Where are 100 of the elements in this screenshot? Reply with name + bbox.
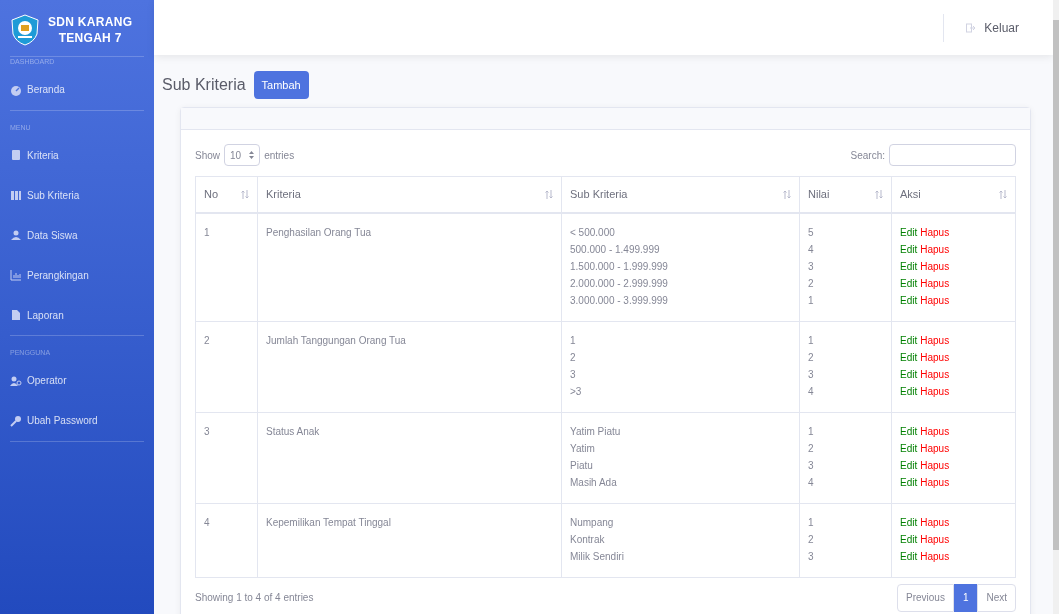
sort-icon[interactable]: [999, 189, 1007, 199]
edit-link[interactable]: Edit: [900, 223, 918, 241]
sort-icon[interactable]: [783, 189, 791, 199]
table-cell: 1: [808, 334, 814, 346]
edit-link[interactable]: Edit: [900, 348, 918, 366]
table-cell: 1: [570, 334, 576, 346]
table-cell: 2: [808, 533, 814, 545]
edit-link[interactable]: Edit: [900, 530, 918, 548]
delete-link[interactable]: Hapus: [920, 348, 950, 366]
table-cell: 500.000 - 1.499.999: [570, 243, 660, 255]
delete-link[interactable]: Hapus: [920, 331, 950, 349]
page-button[interactable]: Next: [977, 583, 1016, 612]
delete-link[interactable]: Hapus: [920, 513, 950, 531]
add-button[interactable]: Tambah: [253, 71, 309, 99]
edit-link[interactable]: Edit: [900, 456, 918, 474]
edit-link[interactable]: Edit: [900, 513, 918, 531]
books-icon: [10, 189, 22, 201]
delete-link[interactable]: Hapus: [920, 257, 950, 275]
search-field[interactable]: [889, 144, 1016, 166]
table-cell: 4: [204, 516, 210, 528]
table-cell: 1: [204, 226, 210, 238]
edit-link[interactable]: Edit: [900, 365, 918, 383]
users-icon: [10, 374, 22, 387]
table-cell: 2: [808, 442, 814, 454]
sidebar-item[interactable]: Laporan: [10, 295, 144, 335]
bar-chart-icon: [10, 269, 22, 281]
table-cell: 1: [808, 425, 814, 437]
column-header[interactable]: Sub Kriteria: [570, 186, 628, 203]
table-cell: 3: [570, 368, 576, 380]
table-cell: 3: [808, 260, 814, 272]
table-cell: 3: [204, 425, 210, 437]
table-cell: 2: [808, 277, 814, 289]
table-cell: Milik Sendiri: [570, 550, 624, 562]
edit-link[interactable]: Edit: [900, 240, 918, 258]
table-cell: Masih Ada: [570, 476, 617, 488]
delete-link[interactable]: Hapus: [920, 473, 950, 491]
table-cell: 3: [808, 459, 814, 471]
table-cell: Yatim Piatu: [570, 425, 621, 437]
sort-icon[interactable]: [545, 189, 553, 199]
table-cell: Status Anak: [266, 425, 320, 437]
sidebar-item[interactable]: Perangkingan: [10, 255, 144, 295]
logout-icon: [966, 22, 977, 33]
delete-link[interactable]: Hapus: [920, 456, 950, 474]
sidebar-item[interactable]: Sub Kriteria: [10, 175, 144, 215]
edit-link[interactable]: Edit: [900, 331, 918, 349]
delete-link[interactable]: Hapus: [920, 365, 950, 383]
edit-link[interactable]: Edit: [900, 439, 918, 457]
table-cell: 3: [808, 550, 814, 562]
edit-link[interactable]: Edit: [900, 473, 918, 491]
table-cell: 2: [808, 351, 814, 363]
column-header[interactable]: No: [204, 186, 219, 203]
delete-link[interactable]: Hapus: [920, 530, 950, 548]
delete-link[interactable]: Hapus: [920, 274, 950, 292]
table-cell: < 500.000: [570, 226, 615, 238]
school-name: SDN KARANG: [48, 14, 133, 30]
table-cell: Kepemilikan Tempat Tinggal: [266, 516, 391, 528]
page-button[interactable]: Previous: [896, 583, 954, 612]
table-cell: 1: [808, 516, 814, 528]
delete-link[interactable]: Hapus: [920, 547, 950, 565]
page-size-select[interactable]: 10: [224, 144, 261, 166]
user-icon: [10, 229, 22, 241]
column-header[interactable]: Aksi: [900, 186, 921, 203]
table-cell: Numpang: [570, 516, 614, 528]
page-title: Sub Kriteria: [162, 75, 246, 95]
logout-link[interactable]: Keluar: [966, 18, 1019, 37]
sidebar-item[interactable]: Data Siswa: [10, 215, 144, 255]
table-cell: 4: [808, 385, 814, 397]
table-cell: 3: [808, 368, 814, 380]
table-cell: 3.000.000 - 3.999.999: [570, 294, 668, 306]
delete-link[interactable]: Hapus: [920, 223, 950, 241]
table-cell: Piatu: [570, 459, 593, 471]
show-label: Show: [195, 148, 220, 163]
edit-link[interactable]: Edit: [900, 274, 918, 292]
edit-link[interactable]: Edit: [900, 291, 918, 309]
edit-link[interactable]: Edit: [900, 257, 918, 275]
delete-link[interactable]: Hapus: [920, 382, 950, 400]
page-button[interactable]: 1: [953, 583, 978, 612]
delete-link[interactable]: Hapus: [920, 422, 950, 440]
delete-link[interactable]: Hapus: [920, 291, 950, 309]
sidebar-item[interactable]: Operator: [10, 360, 144, 401]
sort-icon[interactable]: [875, 189, 883, 199]
delete-link[interactable]: Hapus: [920, 439, 950, 457]
search-label: Search:: [850, 148, 885, 163]
table-cell: 2.000.000 - 2.999.999: [570, 277, 668, 289]
school-name: TENGAH 7: [58, 30, 122, 46]
sidebar-item[interactable]: Beranda: [10, 69, 144, 110]
entries-label: entries: [264, 148, 295, 163]
table-cell: Penghasilan Orang Tua: [266, 226, 372, 238]
sidebar-item[interactable]: Kriteria: [10, 135, 144, 175]
table-cell: 2: [570, 351, 576, 363]
column-header[interactable]: Nilai: [808, 186, 830, 203]
column-header[interactable]: Kriteria: [266, 186, 301, 203]
edit-link[interactable]: Edit: [900, 422, 918, 440]
school-emblem-icon: [10, 14, 40, 46]
sort-icon[interactable]: [241, 189, 249, 199]
delete-link[interactable]: Hapus: [920, 240, 950, 258]
edit-link[interactable]: Edit: [900, 382, 918, 400]
table-cell: >3: [570, 385, 582, 397]
sidebar-item[interactable]: Ubah Password: [10, 400, 144, 441]
edit-link[interactable]: Edit: [900, 547, 918, 565]
